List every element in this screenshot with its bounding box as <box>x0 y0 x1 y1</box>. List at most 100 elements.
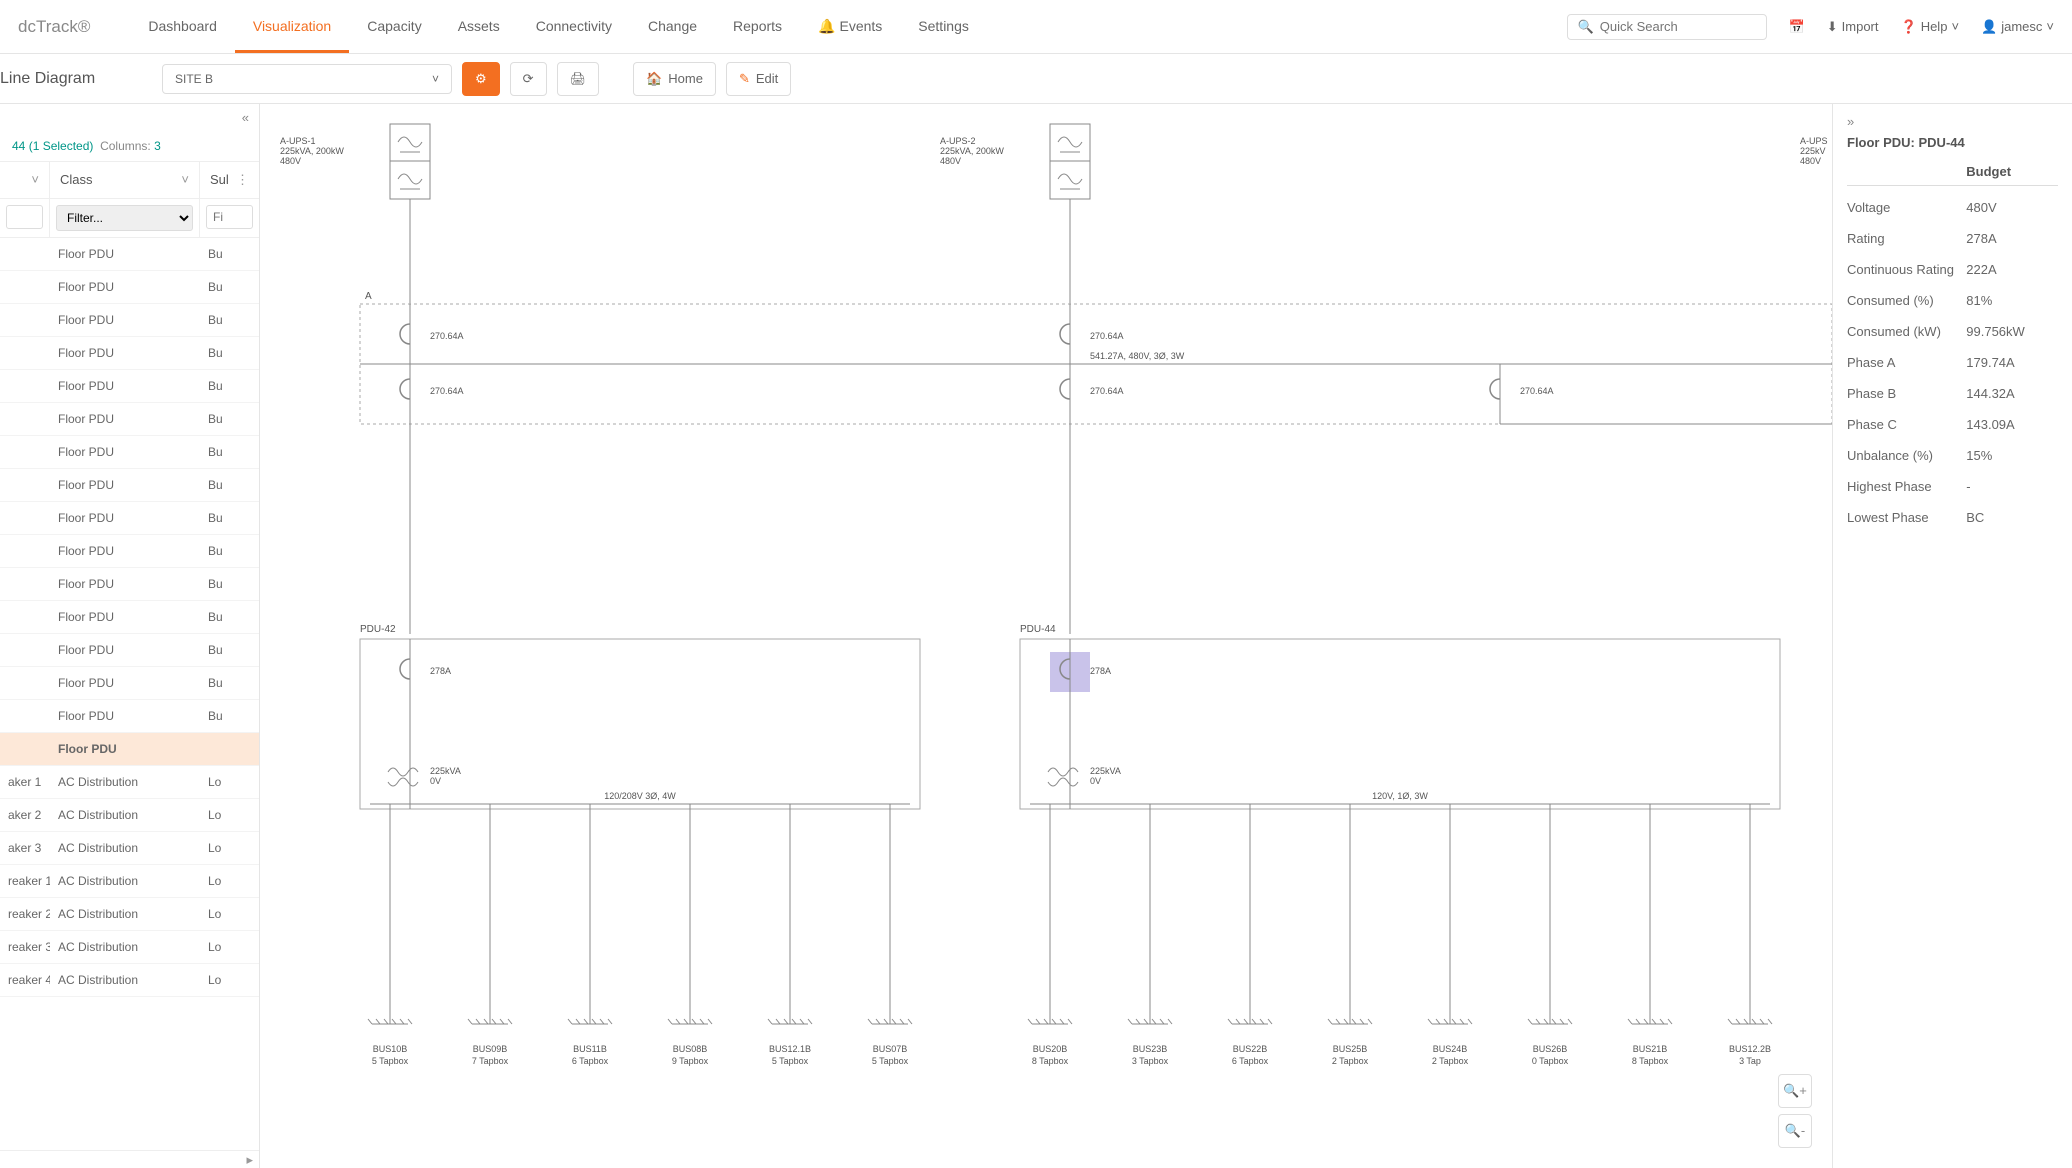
zoom-in-button[interactable]: 🔍+ <box>1778 1074 1812 1108</box>
nav-visualization[interactable]: Visualization <box>235 0 349 53</box>
svg-text:A-UPS-2: A-UPS-2 <box>940 136 976 146</box>
table-row[interactable]: Floor PDUBu <box>0 601 259 634</box>
table-row[interactable]: Floor PDUBu <box>0 304 259 337</box>
detail-label: Lowest Phase <box>1847 510 1966 525</box>
menu-dots-icon[interactable]: ⋮ <box>236 172 249 188</box>
chevron-down-icon: ˅ <box>31 172 39 187</box>
table-row[interactable]: aker 2AC DistributionLo <box>0 799 259 832</box>
svg-text:BUS25B: BUS25B <box>1333 1044 1368 1054</box>
selected-count: (1 Selected) <box>29 139 94 153</box>
quick-search[interactable]: 🔍 <box>1567 14 1767 40</box>
table-row[interactable]: aker 1AC DistributionLo <box>0 766 259 799</box>
filter-col3[interactable] <box>206 205 253 229</box>
table-row[interactable]: reaker 4AC DistributionLo <box>0 964 259 997</box>
nav-change[interactable]: Change <box>630 0 715 53</box>
table-row[interactable]: Floor PDU <box>0 733 259 766</box>
chevron-down-icon: ˅ <box>1951 19 1959 34</box>
table-row[interactable]: Floor PDUBu <box>0 535 259 568</box>
table-row[interactable]: Floor PDUBu <box>0 436 259 469</box>
table-row[interactable]: Floor PDUBu <box>0 667 259 700</box>
cell-col1 <box>0 370 50 402</box>
svg-text:225kVA, 200kW: 225kVA, 200kW <box>940 146 1004 156</box>
table-row[interactable]: Floor PDUBu <box>0 568 259 601</box>
header-col1[interactable]: ˅ <box>0 162 50 198</box>
refresh-button[interactable]: ⟳ <box>510 62 547 96</box>
table-row[interactable]: Floor PDUBu <box>0 502 259 535</box>
nav-dashboard[interactable]: Dashboard <box>130 0 235 53</box>
svg-text:270.64A: 270.64A <box>1090 331 1124 341</box>
cell-col1 <box>0 502 50 534</box>
detail-value: BC <box>1966 510 2058 525</box>
svg-text:A-UPS-1: A-UPS-1 <box>280 136 316 146</box>
nav-settings[interactable]: Settings <box>900 0 987 53</box>
svg-text:BUS11B: BUS11B <box>573 1044 607 1054</box>
filter-class[interactable]: Filter... <box>56 205 193 231</box>
nav-reports[interactable]: Reports <box>715 0 800 53</box>
diagram-canvas[interactable]: A-UPS-1225kVA, 200kW480VA-UPS-2225kVA, 2… <box>260 104 1832 1168</box>
table-row[interactable]: Floor PDUBu <box>0 403 259 436</box>
nav-capacity[interactable]: Capacity <box>349 0 439 53</box>
grid-rows[interactable]: Floor PDUBuFloor PDUBuFloor PDUBuFloor P… <box>0 238 259 1150</box>
cell-class: Floor PDU <box>50 601 200 633</box>
table-row[interactable]: reaker 3AC DistributionLo <box>0 931 259 964</box>
horizontal-scrollbar[interactable]: ▸ <box>0 1150 259 1168</box>
print-button[interactable]: 🖨 <box>557 62 600 96</box>
table-row[interactable]: Floor PDUBu <box>0 700 259 733</box>
table-row[interactable]: aker 3AC DistributionLo <box>0 832 259 865</box>
svg-text:278A: 278A <box>1090 666 1111 676</box>
cell-col1: reaker 2 <box>0 898 50 930</box>
nav-assets[interactable]: Assets <box>440 0 518 53</box>
cell-col1 <box>0 436 50 468</box>
cell-col3: Bu <box>200 304 259 336</box>
cell-col1 <box>0 700 50 732</box>
calendar-icon[interactable]: 📅 <box>1789 19 1805 35</box>
user-menu[interactable]: 👤jamesc ˅ <box>1981 19 2054 35</box>
details-row: Phase A179.74A <box>1847 347 2058 378</box>
table-row[interactable]: reaker 1AC DistributionLo <box>0 865 259 898</box>
header-col3[interactable]: Sul ⋮ <box>200 162 259 198</box>
nav-connectivity[interactable]: Connectivity <box>518 0 630 53</box>
search-input[interactable] <box>1600 19 1756 34</box>
chevron-down-icon: ˅ <box>181 172 189 187</box>
table-row[interactable]: Floor PDUBu <box>0 238 259 271</box>
cell-class: AC Distribution <box>50 931 200 963</box>
top-nav: dcTrack® Dashboard Visualization Capacit… <box>0 0 2072 54</box>
svg-text:9 Tapbox: 9 Tapbox <box>672 1056 709 1066</box>
home-button[interactable]: 🏠Home <box>633 62 716 96</box>
detail-value: 81% <box>1966 293 2058 308</box>
site-dropdown[interactable]: SITE B ˅ <box>162 64 452 94</box>
detail-value: 15% <box>1966 448 2058 463</box>
import-button[interactable]: ⬇Import <box>1827 19 1879 35</box>
edit-button[interactable]: ✎Edit <box>726 62 791 96</box>
table-row[interactable]: Floor PDUBu <box>0 370 259 403</box>
table-row[interactable]: reaker 2AC DistributionLo <box>0 898 259 931</box>
cell-col3: Bu <box>200 634 259 666</box>
svg-text:PDU-42: PDU-42 <box>360 624 396 635</box>
table-row[interactable]: Floor PDUBu <box>0 634 259 667</box>
header-class[interactable]: Class˅ <box>50 162 200 198</box>
help-button[interactable]: ❓Help ˅ <box>1901 19 1960 35</box>
cell-col1 <box>0 667 50 699</box>
table-row[interactable]: Floor PDUBu <box>0 469 259 502</box>
home-icon: 🏠 <box>646 71 662 87</box>
detail-label: Phase A <box>1847 355 1966 370</box>
header-col3-label: Sul <box>210 172 229 187</box>
filter-col1[interactable] <box>6 205 43 229</box>
table-row[interactable]: Floor PDUBu <box>0 271 259 304</box>
svg-text:270.64A: 270.64A <box>1520 386 1554 396</box>
collapse-left-button[interactable]: « <box>0 104 259 131</box>
cell-col3: Lo <box>200 865 259 897</box>
nav-events[interactable]: 🔔Events <box>800 0 900 53</box>
table-row[interactable]: Floor PDUBu <box>0 337 259 370</box>
topnav-right: 🔍 📅 ⬇Import ❓Help ˅ 👤jamesc ˅ <box>1567 14 2054 40</box>
detail-label: Rating <box>1847 231 1966 246</box>
collapse-right-button[interactable]: » <box>1847 114 2058 129</box>
details-row: Consumed (%)81% <box>1847 285 2058 316</box>
grid-header: ˅ Class˅ Sul ⋮ <box>0 162 259 199</box>
cell-col3: Bu <box>200 535 259 567</box>
settings-button[interactable]: ⚙ <box>462 62 500 96</box>
zoom-out-button[interactable]: 🔍- <box>1778 1114 1812 1148</box>
cell-class: Floor PDU <box>50 667 200 699</box>
edit-icon: ✎ <box>739 71 750 87</box>
selection-summary: 44 (1 Selected) Columns: 3 <box>0 131 259 162</box>
